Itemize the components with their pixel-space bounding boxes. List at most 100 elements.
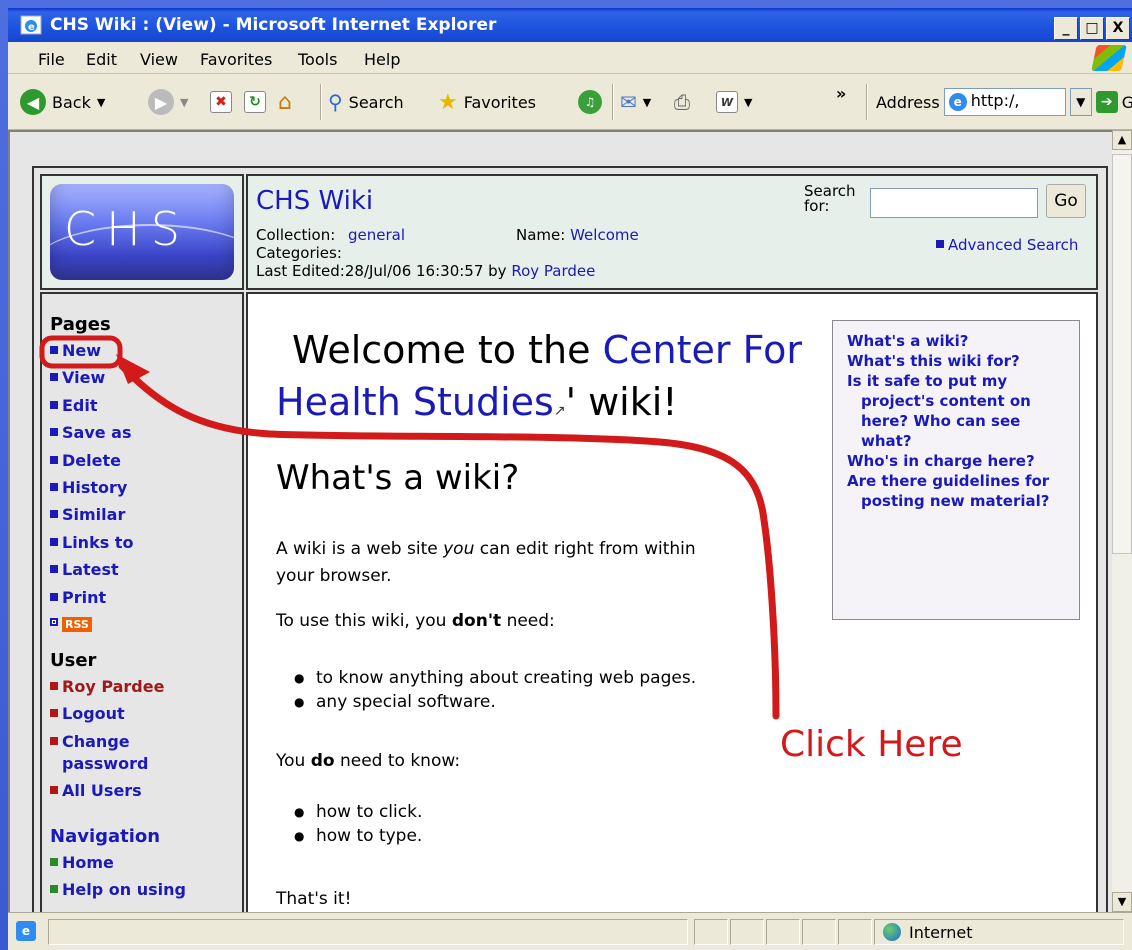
- site-title[interactable]: CHS Wiki: [256, 186, 373, 216]
- back-arrow-icon: ◀: [20, 89, 46, 115]
- sidebar-item-label: Help on using: [62, 880, 186, 900]
- bullet-icon: [50, 510, 58, 519]
- favorites-button[interactable]: ★ Favorites: [438, 88, 536, 116]
- wiki-search-go-button[interactable]: Go: [1046, 184, 1086, 218]
- welcome-text-1: Welcome to the: [292, 328, 591, 372]
- sidebar-item-delete[interactable]: Delete: [50, 450, 121, 472]
- sidebar-item-view[interactable]: View: [50, 367, 105, 389]
- toc-link[interactable]: What's a wiki?: [847, 331, 1065, 351]
- p3-text-b: need to know:: [339, 751, 461, 771]
- edit-button[interactable]: W ▼: [716, 88, 752, 116]
- close-button[interactable]: X: [1106, 17, 1130, 40]
- click-here-annotation: Click Here: [780, 724, 963, 765]
- p1-text-b: can edit right from within: [479, 539, 696, 559]
- chs-logo[interactable]: CHS: [50, 184, 234, 280]
- sidebar-item-home[interactable]: Home: [50, 852, 114, 874]
- word-icon: W: [716, 91, 738, 113]
- window-title: CHS Wiki : (View) - Microsoft Internet E…: [50, 15, 497, 35]
- home-button[interactable]: ⌂: [278, 88, 292, 116]
- sidebar-item-print[interactable]: Print: [50, 587, 106, 609]
- menu-view[interactable]: View: [140, 50, 178, 69]
- bullet-icon: [50, 736, 58, 745]
- sidebar-item-label: Links to: [62, 532, 134, 552]
- address-input[interactable]: e http:/,: [943, 88, 1066, 116]
- sidebar-item-logout[interactable]: Logout: [50, 703, 125, 725]
- toolbar-overflow-icon[interactable]: »: [836, 84, 846, 103]
- scroll-up-icon[interactable]: ▲: [1112, 130, 1132, 150]
- sidebar-item-roy-pardee[interactable]: Roy Pardee: [50, 676, 164, 698]
- sidebar-item-help-on-using[interactable]: Help on using: [50, 879, 186, 901]
- status-pane: [838, 919, 872, 945]
- advanced-search-label: Advanced Search: [948, 236, 1079, 254]
- toolbar-separator: [320, 84, 322, 120]
- edit-dropdown-icon: ▼: [744, 95, 753, 109]
- toc-link[interactable]: Is it safe to put my project's content o…: [847, 371, 1065, 451]
- search-button[interactable]: ⚲ Search: [328, 88, 404, 116]
- svg-text:e: e: [28, 22, 35, 33]
- toc-link[interactable]: Who's in charge here?: [847, 451, 1065, 471]
- sidebar-item-label: Delete: [62, 450, 121, 470]
- toolbar-separator: [866, 84, 868, 120]
- menu-file[interactable]: File: [38, 50, 65, 69]
- welcome-text-2: ' wiki!: [565, 380, 678, 424]
- collection-link[interactable]: general: [348, 226, 405, 244]
- toc-link[interactable]: Are there guidelines for posting new mat…: [847, 471, 1065, 511]
- menu-tools[interactable]: Tools: [298, 50, 337, 69]
- list-item: to know anything about creating web page…: [294, 668, 696, 688]
- toc-link[interactable]: What's this wiki for?: [847, 351, 1065, 371]
- last-edited-user-link[interactable]: Roy Pardee: [511, 262, 595, 280]
- main-content: Welcome to the Center For Health Studies…: [246, 292, 1098, 912]
- sidebar-item-similar[interactable]: Similar: [50, 504, 125, 526]
- name-link[interactable]: Welcome: [570, 226, 639, 244]
- forward-button[interactable]: ▶ ▼: [148, 88, 188, 116]
- sidebar-item-links-to[interactable]: Links to: [50, 532, 133, 554]
- ie-icon: e: [20, 15, 42, 35]
- sidebar-item-edit[interactable]: Edit: [50, 395, 98, 417]
- scroll-down-icon[interactable]: ▼: [1112, 892, 1132, 912]
- refresh-button[interactable]: ↻: [244, 88, 266, 116]
- wiki-search-input[interactable]: [870, 188, 1038, 218]
- p3-strong: do: [310, 751, 335, 771]
- sidebar-item-latest[interactable]: Latest: [50, 559, 119, 581]
- page-icon: e: [948, 93, 967, 111]
- sidebar-item-change-password[interactable]: Change password: [50, 731, 160, 775]
- navigation-heading: Navigation: [50, 826, 161, 847]
- sidebar-item-new[interactable]: New: [50, 340, 101, 362]
- bullet-icon: [50, 618, 58, 626]
- menu-help[interactable]: Help: [364, 50, 400, 69]
- address-go-button[interactable]: Go: [1122, 93, 1132, 112]
- print-button[interactable]: ⎙: [674, 88, 690, 116]
- sidebar-item-label: Logout: [62, 704, 125, 724]
- scroll-thumb[interactable]: [1112, 154, 1132, 554]
- stop-icon: ✖: [210, 91, 232, 113]
- logo-text: CHS: [64, 202, 190, 256]
- sidebar-item-save-as[interactable]: Save as: [50, 422, 132, 444]
- name-line: Name: Welcome: [516, 226, 639, 244]
- welcome-heading: Welcome to the Center For Health Studies…: [276, 324, 816, 437]
- mail-icon: ✉: [620, 90, 637, 114]
- menu-edit[interactable]: Edit: [86, 50, 117, 69]
- list-item: any special software.: [294, 692, 496, 712]
- sidebar-item-history[interactable]: History: [50, 477, 127, 499]
- mail-button[interactable]: ✉ ▼: [620, 88, 651, 116]
- back-dropdown-icon: ▼: [96, 95, 106, 109]
- vertical-scrollbar[interactable]: ▲ ▼: [1112, 130, 1132, 912]
- bullet-icon: [50, 565, 58, 574]
- advanced-search-link[interactable]: Advanced Search: [936, 236, 1078, 254]
- sidebar-item-label: Home: [62, 853, 114, 872]
- maximize-button[interactable]: □: [1080, 17, 1104, 40]
- address-dropdown-icon[interactable]: ▼: [1069, 88, 1092, 116]
- mail-dropdown-icon: ▼: [642, 95, 652, 109]
- sidebar-item-all-users[interactable]: All Users: [50, 780, 142, 802]
- bullet-icon: [936, 240, 944, 248]
- logo-cell: CHS: [40, 174, 244, 290]
- media-button[interactable]: ♫: [578, 88, 602, 116]
- last-edited-text: Last Edited:28/Jul/06 16:30:57 by: [256, 262, 507, 280]
- menu-favorites[interactable]: Favorites: [200, 50, 272, 69]
- paragraph-1: A wiki is a web site you can edit right …: [276, 536, 796, 590]
- minimize-button[interactable]: _: [1054, 17, 1078, 40]
- sidebar-item-rss[interactable]: RSS: [50, 612, 92, 634]
- zone-label: Internet: [909, 922, 973, 942]
- back-button[interactable]: ◀ Back ▼: [20, 88, 105, 116]
- stop-button[interactable]: ✖: [210, 88, 232, 116]
